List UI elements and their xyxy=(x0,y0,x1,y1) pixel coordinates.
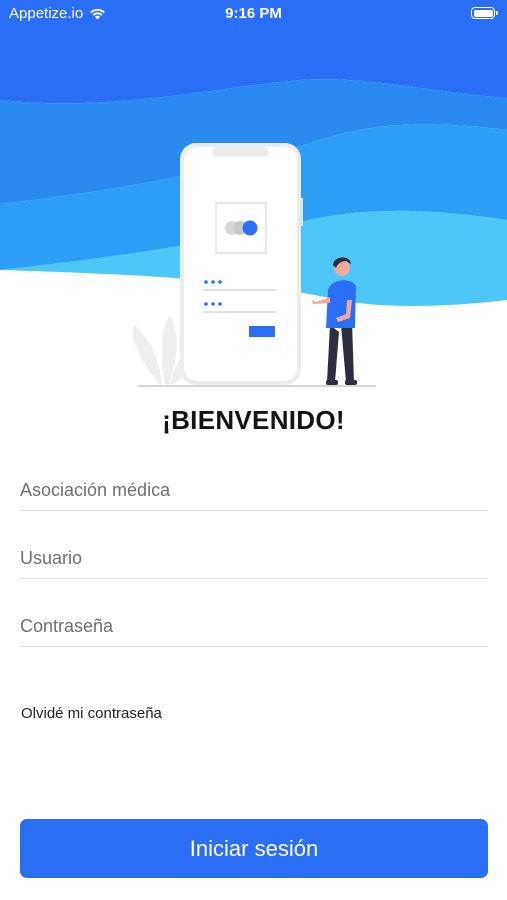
status-bar: Appetize.io 9:16 PM xyxy=(0,0,507,28)
login-button[interactable]: Iniciar sesión xyxy=(20,819,488,878)
forgot-password-link[interactable]: Olvidé mi contraseña xyxy=(21,705,162,722)
password-input[interactable] xyxy=(20,606,488,647)
phone-illustration xyxy=(180,143,303,385)
status-time: 9:16 PM xyxy=(225,5,282,22)
username-input[interactable] xyxy=(20,538,488,579)
battery-icon xyxy=(471,7,498,19)
login-illustration xyxy=(0,0,507,387)
welcome-title: ¡BIENVENIDO! xyxy=(162,405,345,435)
association-input[interactable] xyxy=(20,470,488,511)
